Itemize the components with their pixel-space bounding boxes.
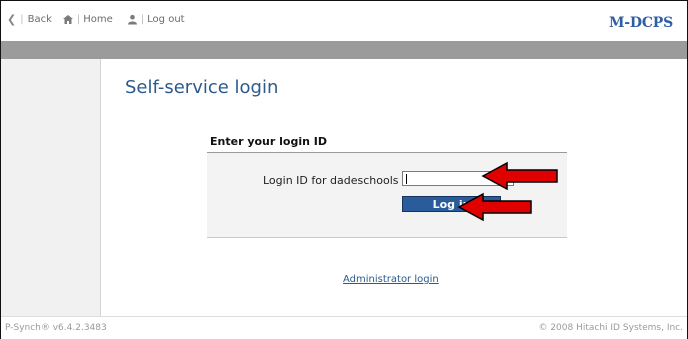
login-id-label: Login ID for dadeschools : <box>263 174 406 187</box>
back-chevron-icon: ❮ <box>7 13 17 26</box>
administrator-login-link[interactable]: Administrator login <box>343 274 439 285</box>
logout-label: Log out <box>147 14 185 25</box>
back-link[interactable]: ❮ | Back <box>7 13 52 26</box>
home-icon <box>62 14 74 25</box>
left-sidebar <box>1 59 101 316</box>
arrow-icon <box>481 161 558 191</box>
arrow-icon <box>457 192 532 222</box>
brand-logo: M-DCPS <box>608 15 673 31</box>
text-caret <box>406 174 407 184</box>
divider: | <box>20 14 24 25</box>
page-title: Self-service login <box>125 77 279 98</box>
divider: | <box>76 14 81 25</box>
header-band <box>1 41 687 59</box>
footer: P-Synch® v6.4.2.3483 © 2008 Hitachi ID S… <box>1 316 687 339</box>
top-nav-bar: ❮ | Back | Home | Log out M-DCPS <box>1 1 687 41</box>
divider: | <box>140 14 145 25</box>
logout-link[interactable]: | Log out <box>127 14 185 25</box>
user-icon <box>127 14 138 25</box>
home-link[interactable]: | Home <box>62 14 113 25</box>
version-text: P-Synch® v6.4.2.3483 <box>5 323 107 333</box>
nav-links: ❮ | Back | Home | Log out <box>7 13 185 26</box>
back-label: Back <box>27 14 52 25</box>
browser-frame: ❮ | Back | Home | Log out M-DCPS Self-se… <box>0 0 688 339</box>
home-label: Home <box>83 14 113 25</box>
form-heading: Enter your login ID <box>210 135 327 148</box>
copyright-text: © 2008 Hitachi ID Systems, Inc. <box>538 323 683 333</box>
